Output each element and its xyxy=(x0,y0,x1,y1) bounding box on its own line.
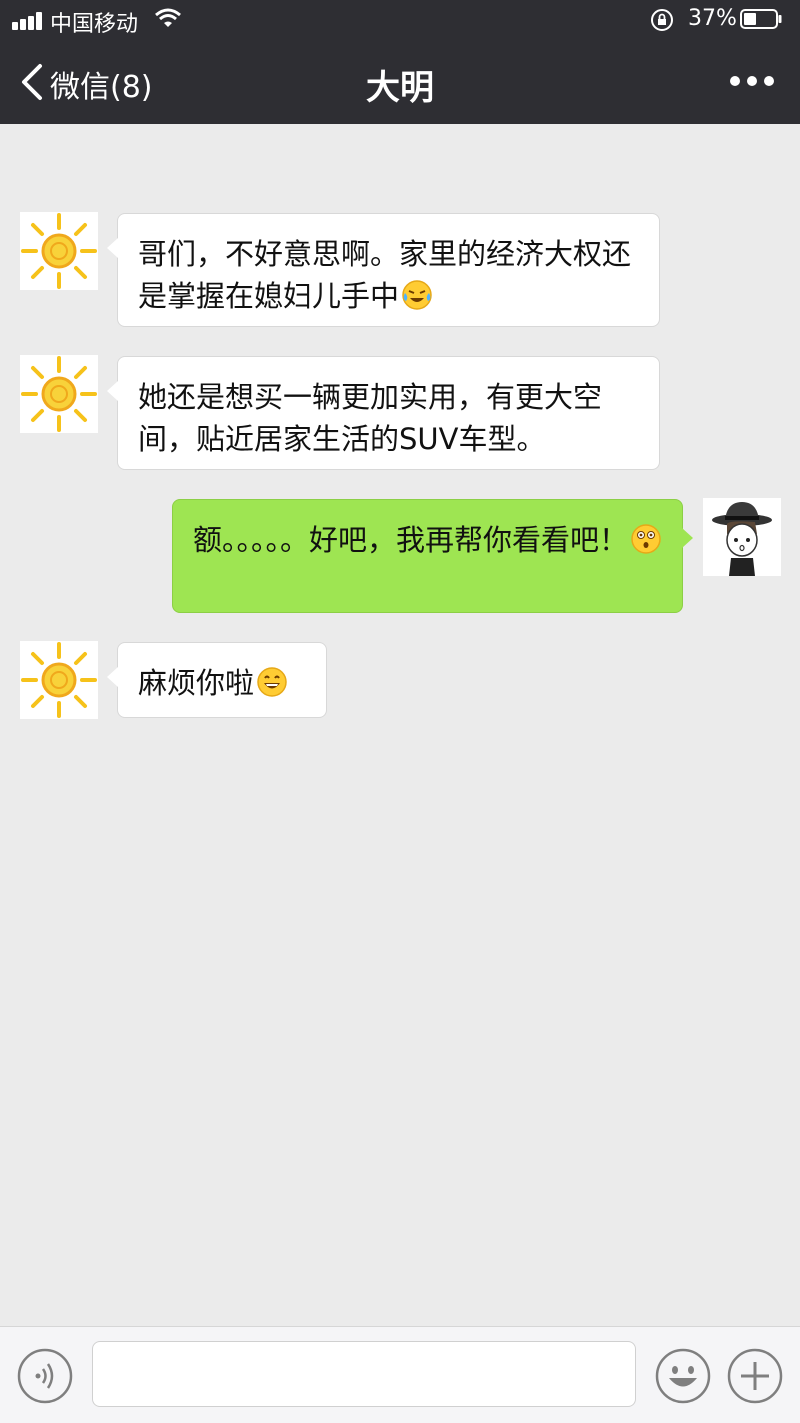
message-text: 麻烦你啦 xyxy=(138,666,255,700)
cartoon-boy-avatar[interactable] xyxy=(703,498,781,576)
wifi-icon xyxy=(155,8,181,27)
battery-icon xyxy=(740,9,782,29)
crying-laughing-emoji xyxy=(402,280,432,310)
rotation-lock-icon xyxy=(651,9,673,31)
message-text: 额。。。。。好吧，我再帮你看看吧！ xyxy=(193,523,629,557)
sun-avatar[interactable] xyxy=(20,212,98,290)
status-bar: 中国移动 37% xyxy=(0,0,800,40)
message-bubble-outgoing[interactable]: 额。。。。。好吧，我再帮你看看吧！ xyxy=(172,499,693,613)
message-bubble-incoming[interactable]: 哥们，不好意思啊。家里的经济大权还是掌握在媳妇儿手中 xyxy=(107,213,660,327)
message-bubble-incoming[interactable]: 麻烦你啦 xyxy=(107,642,327,718)
message-bubble-incoming[interactable]: 她还是想买一辆更加实用，有更大空间，贴近居家生活的SUV车型。 xyxy=(107,356,660,470)
more-dots-icon[interactable] xyxy=(730,72,774,90)
smiley-icon[interactable] xyxy=(654,1347,712,1405)
battery-percent: 37% xyxy=(688,6,737,31)
sun-avatar[interactable] xyxy=(20,355,98,433)
sun-avatar[interactable] xyxy=(20,641,98,719)
message-text: 她还是想买一辆更加实用，有更大空间，贴近居家生活的SUV车型。 xyxy=(138,380,603,456)
shocked-emoji xyxy=(631,524,661,554)
message-text: 哥们，不好意思啊。家里的经济大权还是掌握在媳妇儿手中 xyxy=(138,237,632,313)
carrier-name: 中国移动 xyxy=(50,12,139,37)
voice-icon[interactable] xyxy=(16,1347,74,1405)
header: 中国移动 37% 微信(8) 大明 xyxy=(0,0,800,124)
input-bar xyxy=(0,1326,800,1423)
chat-title: 大明 xyxy=(366,68,434,108)
message-input[interactable] xyxy=(92,1341,636,1407)
plus-icon[interactable] xyxy=(726,1347,784,1405)
signal-bars-icon xyxy=(12,12,46,30)
grinning-emoji xyxy=(257,667,287,697)
